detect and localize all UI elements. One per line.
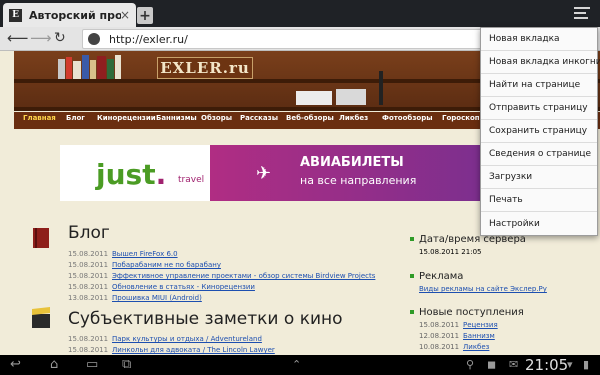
site-nav-item[interactable]: Главная <box>23 114 56 122</box>
site-nav-item[interactable]: Фотообзоры <box>382 114 433 122</box>
clapperboard-icon <box>32 307 50 328</box>
status-clock: 21:05 <box>525 356 569 374</box>
tab-strip: E Авторский проек… × + <box>0 0 600 27</box>
book-icon <box>33 228 49 248</box>
chevron-up-icon[interactable]: ⌃ <box>292 357 301 372</box>
list-item: 15.08.2011 Рецензия <box>419 321 498 329</box>
menu-icon[interactable] <box>574 7 590 21</box>
site-nav-item[interactable]: Обзоры <box>201 114 232 122</box>
ads-heading: Реклама <box>419 271 464 282</box>
menu-item-share-page[interactable]: Отправить страницу <box>481 97 597 120</box>
site-nav-item[interactable]: Рассказы <box>240 114 278 122</box>
address-field[interactable]: http://exler.ru/ <box>82 29 482 49</box>
site-nav-item[interactable]: Гороскоп <box>442 114 480 122</box>
globe-icon <box>88 33 100 45</box>
recent-apps-icon[interactable]: ▭ <box>86 357 98 372</box>
site-favicon: E <box>9 8 22 22</box>
menu-item-page-info[interactable]: Сведения о странице <box>481 143 597 166</box>
menu-item-find-on-page[interactable]: Найти на странице <box>481 74 597 97</box>
back-arrow-icon[interactable]: ⟵ <box>7 30 29 47</box>
browser-window: E Авторский проек… × + ⟵ ⟶ ↻ http://exle… <box>0 0 600 375</box>
site-nav-item[interactable]: Кинорецензии <box>97 114 156 122</box>
reload-icon[interactable]: ↻ <box>54 30 66 47</box>
menu-item-incognito-tab[interactable]: Новая вкладка инкогнито <box>481 51 600 74</box>
ad-brand-sub: travel <box>178 175 205 185</box>
site-nav-item[interactable]: Ликбез <box>339 114 368 122</box>
menu-item-print[interactable]: Печать <box>481 189 597 212</box>
ad-headline: АВИАБИЛЕТЫ <box>300 155 404 170</box>
tab-title: Авторский проек… <box>29 8 121 22</box>
list-item: 15.08.2011 Обновление в статьях - Кинорец… <box>68 283 255 291</box>
list-item: 15.08.2011 Вышел FireFox 6.0 <box>68 250 178 258</box>
menu-item-downloads[interactable]: Загрузки <box>481 166 597 189</box>
site-nav-item[interactable]: Веб-обзоры <box>286 114 334 122</box>
server-time-block: Дата/время сервера 15.08.2011 21:05 <box>410 234 600 256</box>
url-text: http://exler.ru/ <box>109 33 188 46</box>
site-nav-item[interactable]: Блог <box>66 114 85 122</box>
list-item: 12.08.2011 Баннизм <box>419 332 495 340</box>
home-icon[interactable]: ⌂ <box>50 357 58 372</box>
menu-item-save-page[interactable]: Сохранить страницу <box>481 120 597 143</box>
forward-arrow-icon[interactable]: ⟶ <box>30 30 52 47</box>
battery-icon: ▮ <box>583 358 590 371</box>
new-arrivals-heading: Новые поступления <box>419 307 524 318</box>
usb-icon: ⚲ <box>466 358 475 371</box>
ad-banner[interactable]: just. travel ✈ АВИАБИЛЕТЫ на все направл… <box>60 145 480 201</box>
blog-heading: Блог <box>68 223 110 243</box>
ad-brand: just. <box>96 158 167 191</box>
wifi-icon: ▾ <box>567 358 573 371</box>
list-item: 15.08.2011 Эффективное управление проекта… <box>68 272 376 280</box>
list-item: 15.08.2011 Побарабаним не по барабану <box>68 261 221 269</box>
browser-tab[interactable]: E Авторский проек… × <box>3 3 136 27</box>
list-item: 13.08.2011 Прошивка MIUI (Android) <box>68 294 202 302</box>
mail-icon: ✉ <box>509 358 519 371</box>
list-item: 15.08.2011 Линкольн для адвоката / The Li… <box>68 346 275 354</box>
movies-heading: Субъективные заметки о кино <box>68 309 343 329</box>
new-tab-button[interactable]: + <box>137 7 153 24</box>
ads-block: Реклама Виды рекламы на сайте Экслер.Ру <box>410 271 600 293</box>
browser-overflow-menu: Новая вкладка Новая вкладка инкогнито На… <box>480 27 600 236</box>
close-tab-icon[interactable]: × <box>120 8 130 22</box>
menu-item-new-tab[interactable]: Новая вкладка <box>481 28 597 51</box>
new-arrivals-block: Новые поступления 15.08.2011 Рецензия 12.… <box>410 307 600 351</box>
system-bar: ↩ ⌂ ▭ ⧉ ⌃ ⚲ ◼ ✉ 21:05 ▾ ▮ <box>0 355 600 375</box>
ads-link[interactable]: Виды рекламы на сайте Экслер.Ру <box>419 285 547 293</box>
server-time-value: 15.08.2011 21:05 <box>419 248 482 256</box>
list-item: 15.08.2011 Парк культуры и отдыха / Adven… <box>68 335 262 343</box>
screenshot-icon[interactable]: ⧉ <box>122 357 131 372</box>
airplane-icon: ✈ <box>256 163 272 184</box>
list-item: 10.08.2011 Ликбез <box>419 343 490 351</box>
menu-item-settings[interactable]: Настройки <box>481 212 597 235</box>
site-nav-item[interactable]: Баннизмы <box>156 114 197 122</box>
shop-bag-icon: ◼ <box>487 358 497 371</box>
back-icon[interactable]: ↩ <box>10 357 21 372</box>
ad-subline: на все направления <box>300 174 417 187</box>
site-logo[interactable]: EXLER.ru <box>157 57 253 79</box>
